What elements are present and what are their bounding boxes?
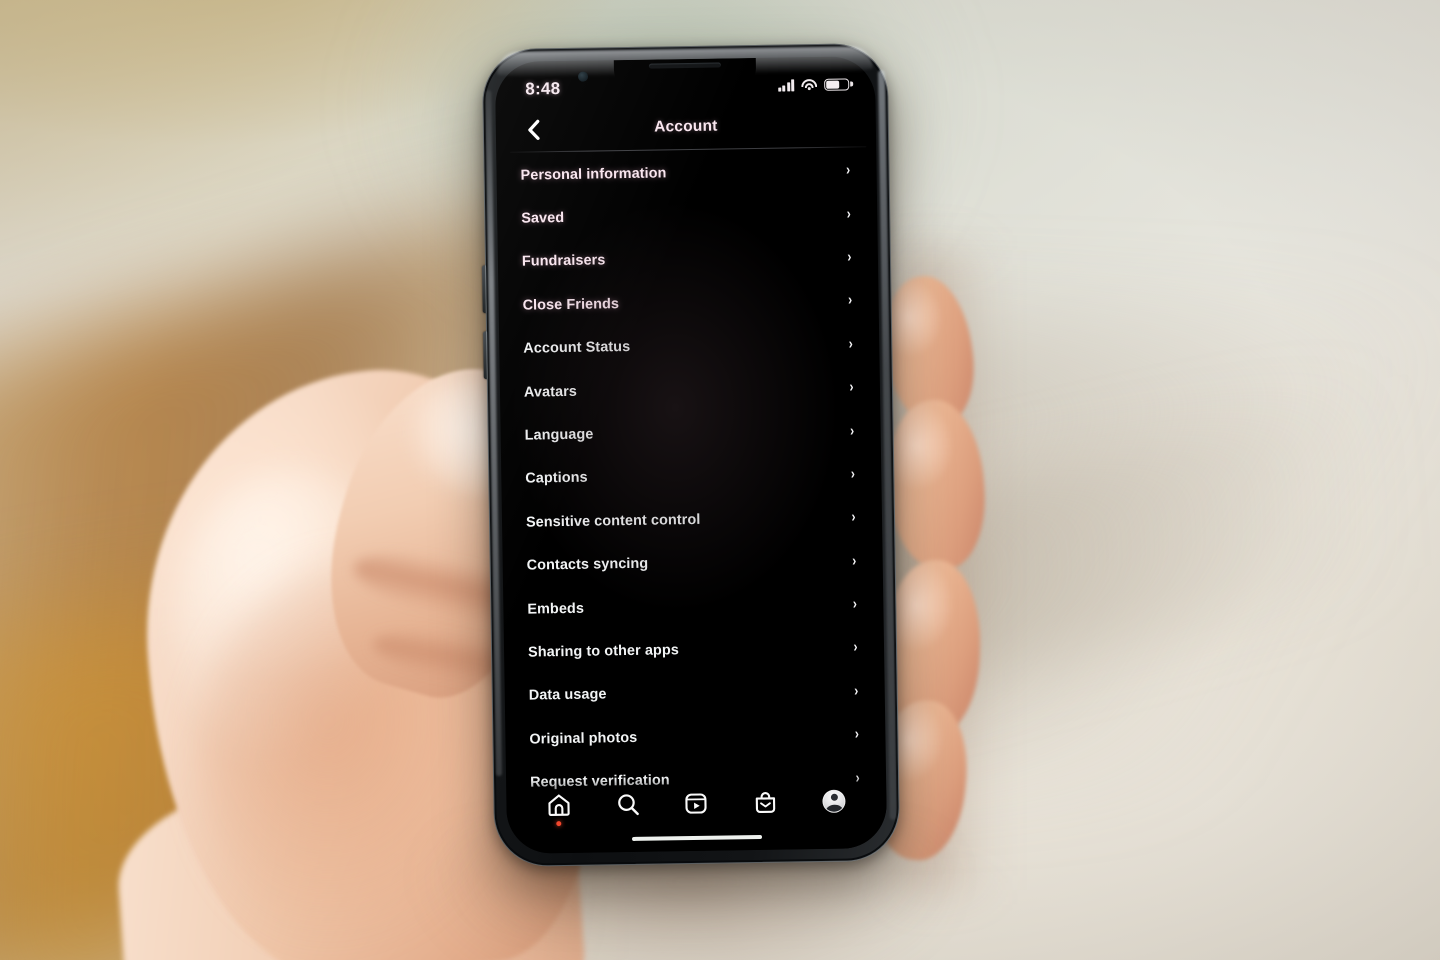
tab-home[interactable]: [537, 787, 582, 827]
list-item[interactable]: Sensitive content control ›: [526, 495, 863, 544]
list-item-label: Embeds: [527, 600, 585, 618]
battery-icon: [824, 78, 853, 92]
list-item[interactable]: Personal information ›: [520, 148, 857, 197]
list-item-label: Account Status: [523, 339, 631, 357]
list-item[interactable]: Captions ›: [525, 452, 862, 501]
list-item-label: Language: [524, 426, 594, 444]
chevron-right-icon: ›: [847, 291, 853, 309]
smartphone: 8:48 Account Personal information › Save…: [481, 42, 901, 868]
list-item-label: Avatars: [523, 383, 578, 401]
bottom-tab-bar: [506, 773, 888, 854]
chevron-right-icon: ›: [851, 552, 857, 570]
chevron-right-icon: ›: [849, 378, 854, 396]
list-item-label: Original photos: [529, 729, 638, 748]
list-item[interactable]: Saved ›: [521, 192, 858, 241]
list-item-label: Contacts syncing: [526, 555, 649, 574]
chevron-right-icon: ›: [848, 335, 853, 353]
list-item-label: Fundraisers: [521, 252, 606, 271]
avatar-icon: [822, 789, 846, 813]
reels-icon: [685, 791, 708, 814]
list-item-label: Saved: [521, 210, 565, 227]
navigation-bar: Account: [496, 102, 877, 152]
search-icon: [616, 792, 639, 815]
chevron-right-icon: ›: [852, 595, 858, 613]
page-title: Account: [654, 117, 718, 136]
list-item-label: Sensitive content control: [525, 511, 701, 531]
tab-shop[interactable]: [743, 784, 788, 821]
list-item-label: Data usage: [528, 686, 607, 704]
list-item-label: Close Friends: [522, 295, 620, 314]
chevron-right-icon: ›: [853, 638, 858, 656]
list-item[interactable]: Avatars ›: [524, 365, 861, 414]
list-item[interactable]: Embeds ›: [527, 582, 864, 631]
chevron-right-icon: ›: [846, 205, 851, 223]
chevron-right-icon: ›: [854, 725, 860, 743]
list-item[interactable]: Account Status ›: [523, 322, 860, 371]
home-icon: [546, 793, 571, 817]
list-item[interactable]: Data usage ›: [528, 669, 865, 718]
volume-up-button[interactable]: [481, 265, 488, 314]
chevron-right-icon: ›: [854, 682, 859, 700]
list-item[interactable]: Close Friends ›: [522, 279, 859, 328]
list-item[interactable]: Fundraisers ›: [522, 235, 859, 284]
status-indicators: [777, 78, 853, 92]
notch: [577, 57, 757, 91]
chevron-right-icon: ›: [851, 508, 856, 526]
chevron-right-icon: ›: [849, 421, 855, 440]
status-clock: 8:48: [525, 79, 561, 99]
cellular-signal-icon: [777, 79, 795, 92]
chevron-right-icon: ›: [845, 161, 851, 179]
chevron-right-icon: ›: [847, 248, 852, 266]
list-item[interactable]: Sharing to other apps ›: [528, 626, 865, 675]
back-button[interactable]: [518, 114, 548, 144]
home-badge-dot: [556, 821, 562, 827]
earpiece-speaker: [648, 62, 721, 69]
chevron-right-icon: ›: [850, 465, 855, 483]
chevron-left-icon: [526, 119, 540, 140]
tab-profile[interactable]: [812, 782, 857, 819]
list-item[interactable]: Contacts syncing ›: [526, 539, 863, 588]
list-item[interactable]: Language ›: [524, 409, 861, 458]
shop-bag-icon: [754, 790, 776, 813]
list-item[interactable]: Original photos ›: [529, 712, 866, 761]
wifi-icon: [801, 78, 818, 91]
list-item-label: Captions: [525, 470, 588, 488]
tab-search[interactable]: [605, 786, 650, 823]
phone-screen: 8:48 Account Personal information › Save…: [494, 56, 888, 854]
list-item-label: Personal information: [520, 165, 667, 184]
settings-list: Personal information › Saved › Fundraisers › C…: [496, 148, 886, 834]
volume-down-button[interactable]: [483, 331, 489, 380]
list-item-label: Sharing to other apps: [527, 642, 680, 661]
tab-reels[interactable]: [674, 785, 719, 822]
